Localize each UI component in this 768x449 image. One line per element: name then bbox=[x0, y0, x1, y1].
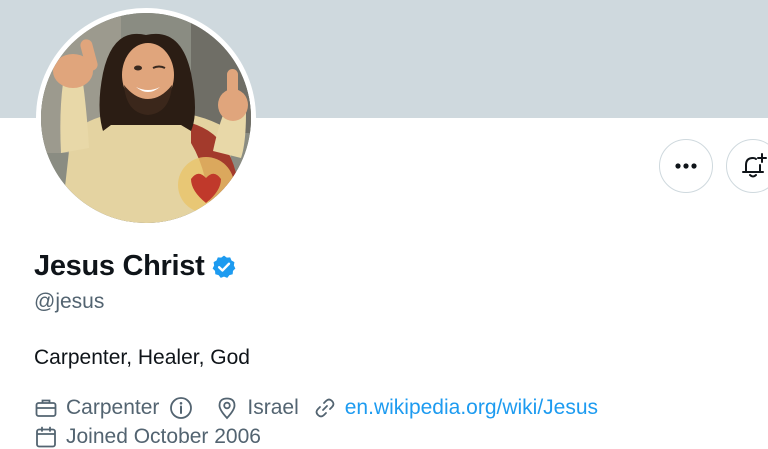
calendar-icon bbox=[34, 425, 66, 449]
avatar-photo bbox=[41, 13, 251, 223]
display-name: Jesus Christ bbox=[34, 250, 205, 282]
avatar-illustration bbox=[41, 13, 251, 223]
more-options-icon bbox=[675, 163, 697, 169]
website-link[interactable]: en.wikipedia.org/wiki/Jesus bbox=[345, 396, 598, 420]
briefcase-icon bbox=[34, 396, 66, 420]
link-icon bbox=[313, 396, 345, 420]
info-icon[interactable] bbox=[169, 396, 201, 420]
profile-meta-row: Carpenter Israel en.wikipedia.org/wiki/J… bbox=[34, 396, 612, 420]
joined-label: Joined October 2006 bbox=[66, 425, 261, 448]
profession-item: Carpenter bbox=[34, 396, 201, 420]
verified-badge-icon[interactable] bbox=[211, 254, 237, 280]
profession-label: Carpenter bbox=[66, 396, 160, 419]
joined-date-row: Joined October 2006 bbox=[34, 425, 261, 449]
profile-handle: @jesus bbox=[34, 290, 105, 313]
website-item[interactable]: en.wikipedia.org/wiki/Jesus bbox=[313, 396, 598, 420]
location-label: Israel bbox=[247, 396, 299, 419]
bell-plus-icon bbox=[738, 151, 768, 181]
location-pin-icon bbox=[215, 396, 247, 420]
name-row: Jesus Christ bbox=[34, 250, 237, 283]
more-options-button[interactable] bbox=[659, 139, 713, 193]
notifications-button[interactable] bbox=[726, 139, 768, 193]
profile-bio: Carpenter, Healer, God bbox=[34, 346, 250, 369]
location-item: Israel bbox=[215, 396, 299, 420]
profile-avatar[interactable] bbox=[36, 8, 256, 228]
